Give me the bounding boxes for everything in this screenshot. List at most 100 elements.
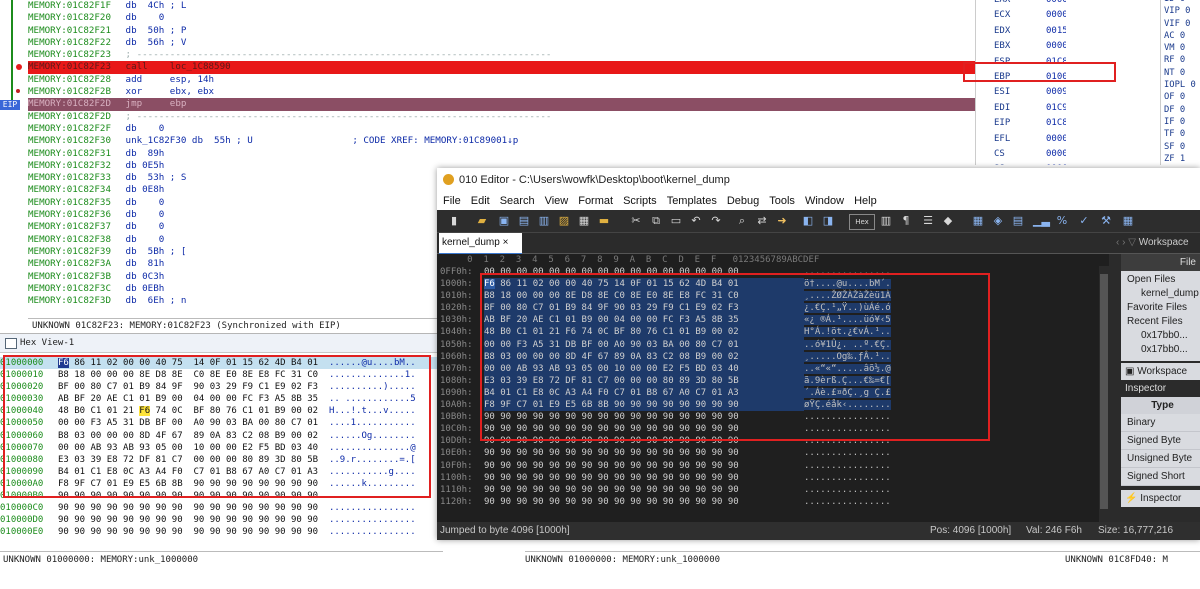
register-row-cs[interactable]: CS 00000010	[976, 147, 1066, 162]
chevron-left-icon[interactable]: ‹	[1116, 237, 1119, 248]
highlight-icon[interactable]: ◆	[941, 214, 955, 228]
file-tree-item[interactable]: Favorite Files	[1121, 301, 1200, 315]
breakpoint-small-icon[interactable]	[16, 89, 20, 93]
save-all-icon[interactable]: ▥	[537, 214, 551, 228]
chevron-right-icon[interactable]: ›	[1122, 237, 1125, 248]
disasm-line[interactable]: MEMORY:01C82F2B xor ebx, ebx	[28, 86, 975, 98]
replace-icon[interactable]: ⇄	[755, 214, 769, 228]
flag-row[interactable]: OF 0	[1161, 91, 1200, 103]
checksum-icon[interactable]: ▤	[1011, 214, 1025, 228]
disasm-line[interactable]: MEMORY:01C82F31 db 89h	[28, 148, 975, 160]
run-script-icon[interactable]: ✓	[1077, 214, 1091, 228]
redo-icon[interactable]: ↷	[709, 214, 723, 228]
file-tree-item[interactable]: 0x17bb0...	[1121, 343, 1200, 357]
menu-help[interactable]: Help	[854, 195, 877, 207]
editor-hex-row[interactable]: 10E0h: 90 90 90 90 90 90 90 90 90 90 90 9…	[437, 447, 1109, 459]
disasm-line[interactable]: MEMORY:01C82F2D jmp ebp	[28, 98, 975, 111]
menu-edit[interactable]: Edit	[471, 195, 490, 207]
file-tree-item[interactable]: 0x17bb0...	[1121, 329, 1200, 343]
menu-window[interactable]: Window	[805, 195, 844, 207]
hex-row[interactable]: 010000E0 90 90 90 90 90 90 90 90 90 90 90…	[0, 526, 440, 538]
flag-row[interactable]: VIF 0	[1161, 18, 1200, 30]
hex-mode-icon[interactable]: Hex	[849, 214, 875, 230]
copy-icon[interactable]: ⧉	[649, 214, 663, 228]
template-icon[interactable]: ◨	[821, 214, 835, 228]
editor-hex-row[interactable]: 10F0h: 90 90 90 90 90 90 90 90 90 90 90 9…	[437, 460, 1109, 472]
calculator-icon[interactable]: ▦	[971, 214, 985, 228]
pilcrow-icon[interactable]: ¶	[899, 214, 913, 228]
disasm-line[interactable]: MEMORY:01C82F23 call loc_1C88590	[28, 61, 975, 74]
flag-row[interactable]: SF 0	[1161, 141, 1200, 153]
histogram-icon[interactable]: ▁▃	[1033, 214, 1050, 228]
register-row-esi[interactable]: ESI 00093A90	[976, 85, 1066, 100]
file-tree-item[interactable]: Open Files	[1121, 273, 1200, 287]
inspector-tab[interactable]: ⚡ Inspector	[1121, 490, 1200, 507]
register-row-ecx[interactable]: ECX 00000000	[976, 8, 1066, 23]
dropdown-icon[interactable]: ▽	[1128, 237, 1136, 248]
flag-row[interactable]: IF 0	[1161, 116, 1200, 128]
file-tree-item[interactable]: kernel_dump	[1121, 287, 1200, 301]
run-template-icon[interactable]: ⚒	[1099, 214, 1113, 228]
disasm-line[interactable]: MEMORY:01C82F1F db 4Ch ; L	[28, 0, 975, 12]
disasm-line[interactable]: MEMORY:01C82F2F db 0	[28, 123, 975, 135]
editor-hex-row[interactable]: 1120h: 90 90 90 90 90 90 90 90 90 90 90 9…	[437, 496, 1109, 508]
workspace-header[interactable]: ‹ › ▽ Workspace	[1116, 233, 1200, 253]
disasm-line[interactable]: MEMORY:01C82F28 add esp, 14h	[28, 74, 975, 86]
menu-tools[interactable]: Tools	[769, 195, 795, 207]
save-as-icon[interactable]: ▤	[517, 214, 531, 228]
paste-icon[interactable]: ▭	[669, 214, 683, 228]
compare-icon[interactable]: ◈	[991, 214, 1005, 228]
flag-row[interactable]: DF 0	[1161, 104, 1200, 116]
open-folder-icon[interactable]: ▰	[475, 214, 489, 228]
close-icon[interactable]: ▨	[557, 214, 571, 228]
inspector-type-row[interactable]: Unsigned Byte	[1121, 450, 1200, 468]
disasm-line[interactable]: MEMORY:01C82F30 unk_1C82F30 db 55h ; U ;…	[28, 135, 975, 147]
register-row-edi[interactable]: EDI 01C94390	[976, 101, 1066, 116]
columns-icon[interactable]: ▥	[879, 214, 893, 228]
find-icon[interactable]: ⌕	[735, 214, 749, 228]
disasm-line[interactable]: MEMORY:01C82F21 db 50h ; P	[28, 25, 975, 37]
menu-search[interactable]: Search	[500, 195, 535, 207]
disasm-line[interactable]: MEMORY:01C82F23 ; ----------------------…	[28, 49, 975, 61]
tab-close-icon[interactable]: ×	[503, 237, 509, 248]
inspector-type-row[interactable]: Signed Byte	[1121, 432, 1200, 450]
workspace-tab[interactable]: ▣ Workspace	[1121, 363, 1200, 380]
register-row-ss[interactable]: SS00000018	[976, 162, 1066, 165]
tab-kernel-dump[interactable]: kernel_dump ×	[439, 233, 522, 255]
save-icon[interactable]: ▣	[497, 214, 511, 228]
register-row-ebx[interactable]: EBX 00000000	[976, 39, 1066, 54]
folder-icon[interactable]: ▬	[597, 214, 611, 228]
percent-icon[interactable]: %	[1055, 214, 1069, 228]
inspector-type-row[interactable]: Signed Short	[1121, 468, 1200, 486]
register-row-eax[interactable]: EAX 00000000	[976, 0, 1066, 8]
bookmark-icon[interactable]: ◧	[801, 214, 815, 228]
editor-titlebar[interactable]: 010 Editor - C:\Users\wowfk\Desktop\boot…	[437, 168, 1200, 192]
options-icon[interactable]: ▦	[1121, 214, 1135, 228]
goto-icon[interactable]: ➜	[775, 214, 789, 228]
hex-row[interactable]: 010000D0 90 90 90 90 90 90 90 90 90 90 90…	[0, 514, 440, 526]
menu-file[interactable]: File	[443, 195, 461, 207]
flag-row[interactable]: VIP 0	[1161, 5, 1200, 17]
editor-scrollbar[interactable]	[1099, 266, 1109, 522]
menu-scripts[interactable]: Scripts	[623, 195, 657, 207]
file-tree-item[interactable]: Recent Files	[1121, 315, 1200, 329]
register-row-efl[interactable]: EFL 00000046	[976, 132, 1066, 147]
flag-row[interactable]: NT 0	[1161, 67, 1200, 79]
cut-icon[interactable]: ✂	[629, 214, 643, 228]
scrollbar-thumb[interactable]	[1100, 274, 1108, 509]
editor-hex-row[interactable]: 1100h: 90 90 90 90 90 90 90 90 90 90 90 9…	[437, 472, 1109, 484]
menu-view[interactable]: View	[545, 195, 569, 207]
register-row-eip[interactable]: EIP 01C82F2D	[976, 116, 1066, 131]
menu-format[interactable]: Format	[578, 195, 613, 207]
register-row-edx[interactable]: EDX 00153000	[976, 24, 1066, 39]
print-icon[interactable]: ▦	[577, 214, 591, 228]
undo-icon[interactable]: ↶	[689, 214, 703, 228]
flag-row[interactable]: IOPL 0	[1161, 79, 1200, 91]
disasm-line[interactable]: MEMORY:01C82F22 db 56h ; V	[28, 37, 975, 49]
flag-row[interactable]: RF 0	[1161, 54, 1200, 66]
flag-row[interactable]: TF 0	[1161, 128, 1200, 140]
flag-row[interactable]: AC 0	[1161, 30, 1200, 42]
menu-debug[interactable]: Debug	[727, 195, 759, 207]
new-file-icon[interactable]: ▮	[447, 214, 461, 228]
list-icon[interactable]: ☰	[921, 214, 935, 228]
